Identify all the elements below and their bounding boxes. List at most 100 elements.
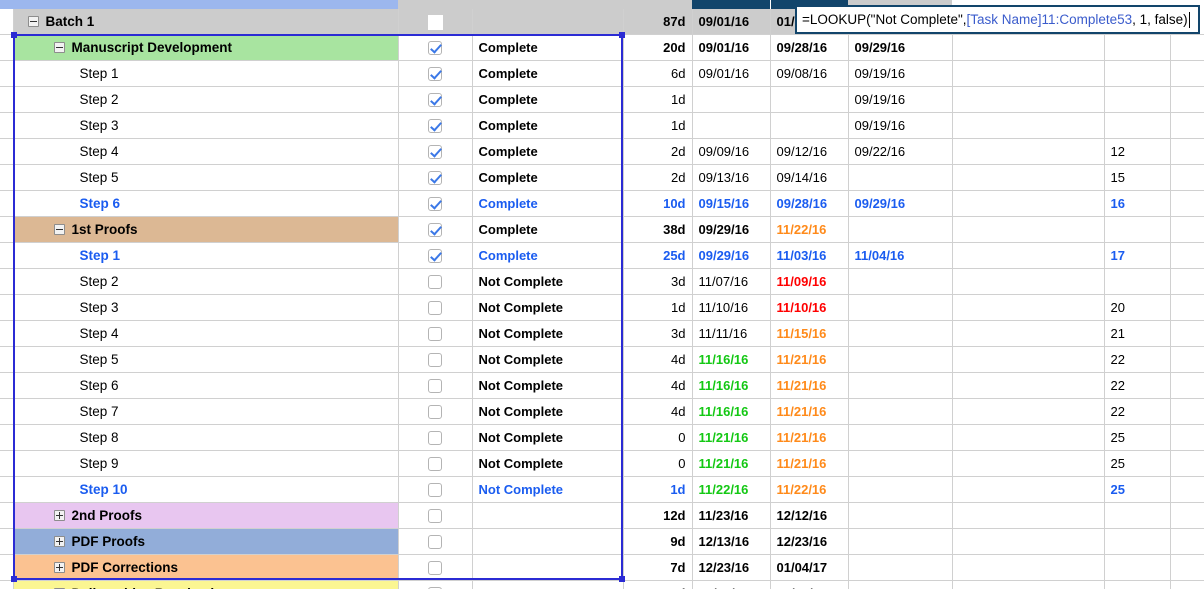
duration-cell[interactable]: 9d: [623, 528, 693, 555]
extra-date-cell[interactable]: 11/04/16: [848, 242, 953, 269]
blank-cell[interactable]: [952, 242, 1105, 269]
duration-cell[interactable]: 10d: [623, 190, 693, 217]
task-name-cell[interactable]: Step 4: [13, 320, 399, 347]
blank-cell[interactable]: [952, 86, 1105, 113]
checkbox-unchecked[interactable]: [428, 353, 442, 368]
status-cell[interactable]: [472, 554, 624, 581]
start-date-cell[interactable]: 11/21/16: [692, 424, 771, 451]
status-cell[interactable]: Not Complete: [472, 346, 624, 373]
trailing-cell[interactable]: [1170, 528, 1204, 555]
task-name-cell[interactable]: Batch 1: [13, 9, 399, 35]
end-date-cell[interactable]: 09/08/16: [770, 60, 849, 87]
task-name-cell[interactable]: Step 2: [13, 86, 399, 113]
start-date-cell[interactable]: 11/21/16: [692, 450, 771, 477]
duration-cell[interactable]: 4d: [623, 372, 693, 399]
checkbox-cell[interactable]: [398, 372, 473, 399]
duration-cell[interactable]: 20d: [623, 34, 693, 61]
start-date-cell[interactable]: 09/29/16: [692, 242, 771, 269]
formula-cell-reference[interactable]: [Task Name]11:Complete53: [967, 12, 1133, 27]
table-row[interactable]: Step 3 Complete 1d 09/19/16: [0, 112, 1204, 139]
duration-cell[interactable]: 1d: [623, 112, 693, 139]
table-row[interactable]: Step 6 Not Complete 4d 11/16/16 11/21/16 22: [0, 372, 1204, 399]
status-cell[interactable]: Complete: [472, 164, 624, 191]
end-date-cell[interactable]: 09/28/16: [770, 34, 849, 61]
number-cell[interactable]: 16: [1104, 190, 1171, 217]
status-cell[interactable]: Not Complete: [472, 320, 624, 347]
end-date-cell[interactable]: 11/21/16: [770, 346, 849, 373]
start-date-cell[interactable]: 09/13/16: [692, 164, 771, 191]
collapse-icon[interactable]: [53, 42, 65, 53]
checkbox-checked[interactable]: [428, 223, 442, 238]
trailing-cell[interactable]: [1170, 346, 1204, 373]
duration-cell[interactable]: 12d: [623, 502, 693, 529]
blank-cell[interactable]: [952, 502, 1105, 529]
blank-cell[interactable]: [952, 138, 1105, 165]
end-date-cell[interactable]: 11/09/16: [770, 268, 849, 295]
number-cell[interactable]: 25: [1104, 476, 1171, 503]
table-row[interactable]: Step 5 Not Complete 4d 11/16/16 11/21/16 22: [0, 346, 1204, 373]
table-row[interactable]: Step 10 Not Complete 1d 11/22/16 11/22/16 25: [0, 476, 1204, 503]
status-cell[interactable]: Complete: [472, 242, 624, 269]
task-name-cell[interactable]: Step 7: [13, 398, 399, 425]
status-cell[interactable]: Complete: [472, 34, 624, 61]
start-date-cell[interactable]: [692, 112, 771, 139]
checkbox-checked[interactable]: [428, 145, 442, 160]
duration-cell[interactable]: 1d: [623, 476, 693, 503]
number-cell[interactable]: [1104, 34, 1171, 61]
blank-cell[interactable]: [952, 164, 1105, 191]
number-cell[interactable]: [1104, 528, 1171, 555]
end-date-cell[interactable]: 09/28/16: [770, 190, 849, 217]
start-date-cell[interactable]: 11/22/16: [692, 476, 771, 503]
checkbox-unchecked[interactable]: [428, 509, 442, 524]
table-row[interactable]: Step 1 Complete 6d 09/01/16 09/08/16 09/19/16: [0, 60, 1204, 87]
blank-cell[interactable]: [952, 398, 1105, 425]
trailing-cell[interactable]: [1170, 242, 1204, 269]
trailing-cell[interactable]: [1170, 112, 1204, 139]
status-cell[interactable]: [472, 9, 624, 35]
task-name-cell[interactable]: Step 1: [13, 60, 399, 87]
extra-date-cell[interactable]: 09/29/16: [848, 34, 953, 61]
status-cell[interactable]: Not Complete: [472, 372, 624, 399]
checkbox-cell[interactable]: [398, 268, 473, 295]
duration-cell[interactable]: 1d: [623, 86, 693, 113]
duration-cell[interactable]: 7d: [623, 554, 693, 581]
table-row[interactable]: Step 8 Not Complete 0 11/21/16 11/21/16 25: [0, 424, 1204, 451]
extra-date-cell[interactable]: 09/22/16: [848, 138, 953, 165]
end-date-cell[interactable]: 11/21/16: [770, 450, 849, 477]
status-cell[interactable]: Complete: [472, 60, 624, 87]
trailing-cell[interactable]: [1170, 580, 1204, 589]
extra-date-cell[interactable]: [848, 528, 953, 555]
expand-icon[interactable]: [53, 510, 65, 521]
extra-date-cell[interactable]: [848, 450, 953, 477]
trailing-cell[interactable]: [1170, 164, 1204, 191]
checkbox-cell[interactable]: [398, 294, 473, 321]
number-cell[interactable]: [1104, 268, 1171, 295]
extra-date-cell[interactable]: [848, 580, 953, 589]
end-date-cell[interactable]: 11/03/16: [770, 242, 849, 269]
extra-date-cell[interactable]: [848, 424, 953, 451]
table-row[interactable]: PDF Proofs 9d 12/13/16 12/23/16: [0, 528, 1204, 555]
checkbox-checked[interactable]: [428, 249, 442, 264]
extra-date-cell[interactable]: [848, 268, 953, 295]
end-date-cell[interactable]: 09/14/16: [770, 164, 849, 191]
blank-cell[interactable]: [952, 34, 1105, 61]
task-name-cell[interactable]: Step 3: [13, 112, 399, 139]
status-cell[interactable]: Complete: [472, 86, 624, 113]
duration-cell[interactable]: 2d: [623, 580, 693, 589]
checkbox-cell[interactable]: [398, 554, 473, 581]
blank-cell[interactable]: [952, 268, 1105, 295]
end-date-cell[interactable]: [770, 86, 849, 113]
checkbox-unchecked[interactable]: [428, 379, 442, 394]
status-cell[interactable]: Not Complete: [472, 476, 624, 503]
start-date-cell[interactable]: 09/01/16: [692, 60, 771, 87]
end-date-cell[interactable]: 11/15/16: [770, 320, 849, 347]
task-name-cell[interactable]: Step 5: [13, 164, 399, 191]
table-row[interactable]: Step 6 Complete 10d 09/15/16 09/28/16 09/29/1…: [0, 190, 1204, 217]
extra-date-cell[interactable]: 09/19/16: [848, 112, 953, 139]
number-cell[interactable]: 22: [1104, 372, 1171, 399]
end-date-cell[interactable]: 11/21/16: [770, 398, 849, 425]
start-date-cell[interactable]: 11/16/16: [692, 372, 771, 399]
duration-cell[interactable]: 87d: [623, 9, 693, 35]
start-date-cell[interactable]: 11/23/16: [692, 502, 771, 529]
number-cell[interactable]: 22: [1104, 346, 1171, 373]
